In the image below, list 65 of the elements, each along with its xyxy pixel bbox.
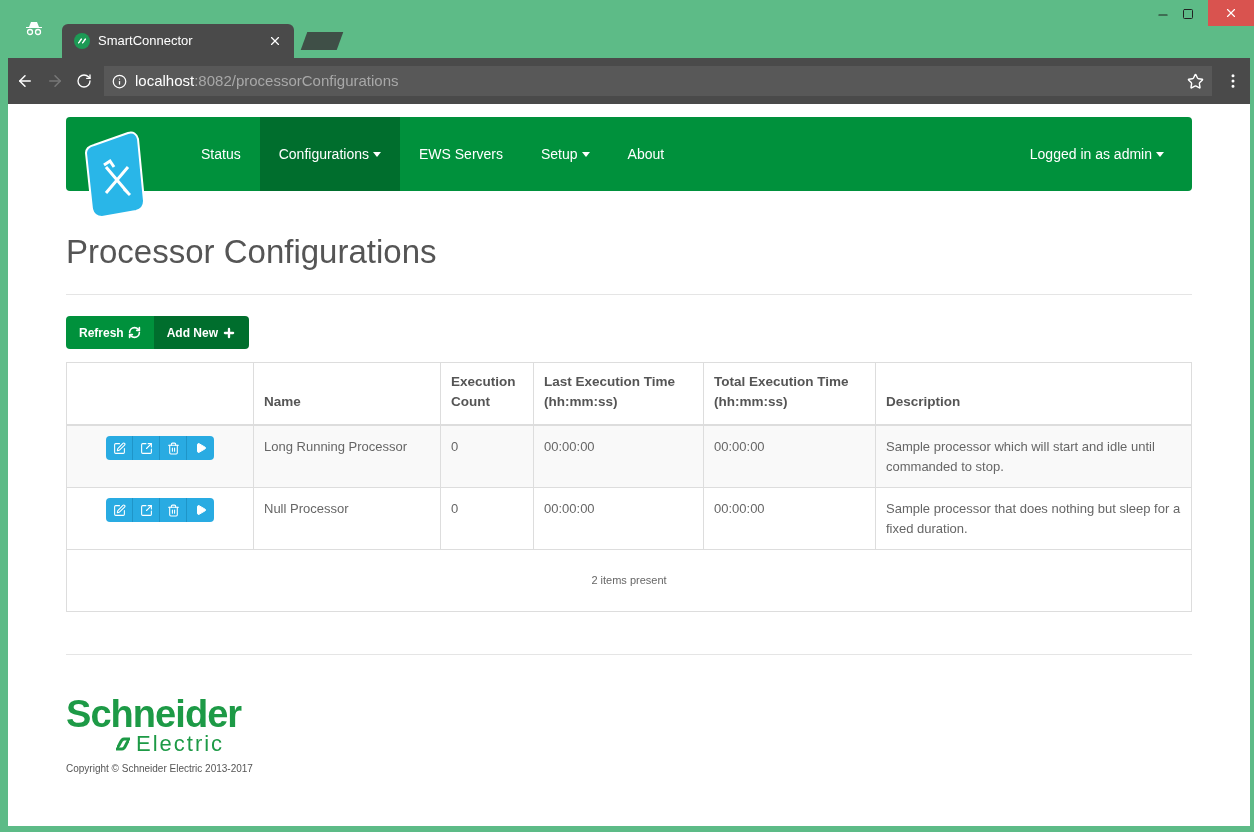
copyright: Copyright © Schneider Electric 2013-2017 <box>65 762 253 776</box>
nav-link[interactable]: EWS Servers <box>400 117 522 191</box>
edit-icon <box>112 441 126 455</box>
close-icon[interactable] <box>268 34 282 48</box>
caret-icon <box>1156 151 1164 157</box>
table-cell-text: Sample processor which will start and idle until commanded to stop. <box>886 438 1156 476</box>
plus-icon <box>222 325 237 340</box>
close-window-button[interactable] <box>1208 0 1254 26</box>
table-cell-text: Sample processor that does nothing but sleep for a fixed duration. <box>886 500 1181 538</box>
table-cell-text: 0 <box>451 438 460 456</box>
column-header: Name <box>264 393 301 411</box>
edit-button[interactable] <box>106 498 133 522</box>
table-cell-text: 00:00:00 <box>544 438 596 456</box>
play-icon <box>194 442 207 454</box>
open-button[interactable] <box>133 498 160 522</box>
user-menu[interactable]: Logged in as admin <box>1029 117 1164 191</box>
delete-button[interactable] <box>160 498 187 522</box>
tab-title: SmartConnector <box>98 32 194 51</box>
table-cell-text: Long Running Processor <box>264 438 409 456</box>
table-cell-text: 00:00:00 <box>714 500 766 518</box>
share-icon <box>139 441 153 455</box>
item-count: 2 items present <box>591 573 667 589</box>
logo-subtitle: Electric <box>136 733 225 755</box>
edit-icon <box>112 503 126 517</box>
tab-logo-icon <box>74 33 90 49</box>
address-bar[interactable]: localhost:8082/processorConfigurations <box>104 66 1212 96</box>
refresh-button[interactable]: Refresh <box>66 316 154 349</box>
new-tab-button[interactable] <box>300 32 344 50</box>
run-button[interactable] <box>187 436 214 460</box>
nav-link[interactable]: Configurations <box>259 117 400 191</box>
browser-tab[interactable]: SmartConnector <box>62 24 294 58</box>
play-icon <box>194 504 207 516</box>
bookmark-star-icon[interactable] <box>1187 72 1204 90</box>
incognito-icon <box>26 20 42 36</box>
forward-icon[interactable] <box>46 72 64 90</box>
nav-link[interactable]: Status <box>182 117 260 191</box>
back-icon[interactable] <box>16 72 34 90</box>
refresh-icon <box>127 326 141 339</box>
delete-button[interactable] <box>160 436 187 460</box>
column-header: Execution Count <box>451 373 517 411</box>
reload-icon[interactable] <box>76 73 92 89</box>
nav-link[interactable]: About <box>608 117 684 191</box>
table-cell-text: 00:00:00 <box>544 500 596 518</box>
column-header: Last Execution Time (hh:mm:ss) <box>544 373 677 411</box>
trash-icon <box>166 503 180 517</box>
share-icon <box>139 503 153 517</box>
url-path: :8082/processorConfigurations <box>194 71 399 89</box>
table-cell-text: 00:00:00 <box>714 438 766 456</box>
page-title: Processor Configurations <box>66 235 438 268</box>
maximize-icon[interactable] <box>1182 8 1194 20</box>
column-header: Description <box>886 393 961 411</box>
column-header: Total Execution Time (hh:mm:ss) <box>714 373 850 411</box>
table-cell-text: Null Processor <box>264 500 350 518</box>
close-icon <box>1224 6 1238 20</box>
nav-link[interactable]: Setup <box>522 117 609 191</box>
url-host: localhost <box>135 71 195 89</box>
trash-icon <box>166 441 180 455</box>
edit-button[interactable] <box>106 436 133 460</box>
open-button[interactable] <box>133 436 160 460</box>
run-button[interactable] <box>187 498 214 522</box>
table-cell-text: 0 <box>451 500 460 518</box>
logo-icon <box>114 735 132 753</box>
logo-wordmark: Schneider <box>66 695 242 733</box>
add-new-button[interactable]: Add New <box>153 316 250 349</box>
info-icon <box>112 73 127 89</box>
